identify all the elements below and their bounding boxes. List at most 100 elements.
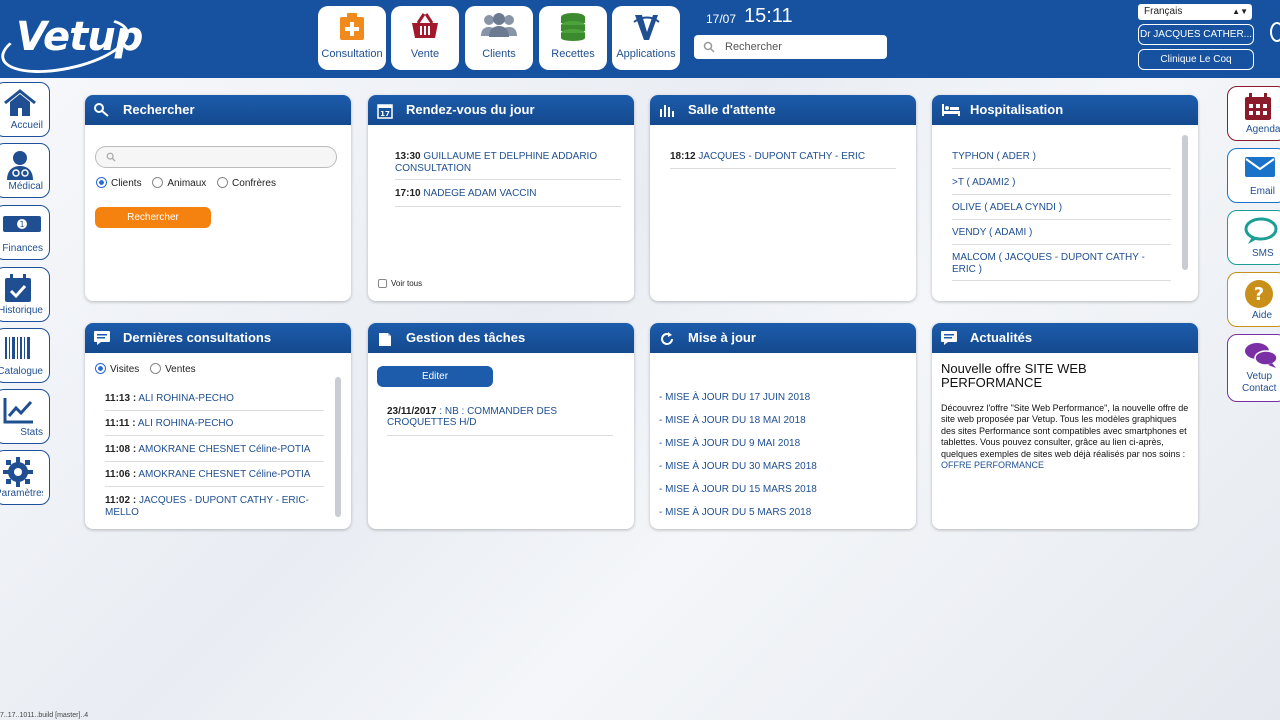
radio-confreres[interactable]: Confrères bbox=[217, 177, 276, 189]
list-item[interactable]: 13:30 GUILLAUME ET DELPHINE ADDARIO CONS… bbox=[395, 151, 621, 180]
item-time: 13:30 bbox=[395, 151, 421, 162]
users-icon bbox=[481, 13, 517, 37]
refresh-icon bbox=[661, 332, 673, 345]
calendar-icon bbox=[1245, 93, 1271, 120]
update-link[interactable]: - MISE À JOUR DU 18 MAI 2018 bbox=[659, 415, 806, 426]
search-icon bbox=[94, 103, 109, 117]
sidebar-item-stats[interactable]: Stats bbox=[0, 389, 50, 444]
update-link[interactable]: - MISE À JOUR DU 17 JUIN 2018 bbox=[659, 392, 810, 403]
list-item[interactable]: 23/11/2017 : NB : COMMANDER DES CROQUETT… bbox=[387, 406, 613, 436]
scrollbar[interactable] bbox=[1182, 135, 1188, 270]
search-button[interactable]: Rechercher bbox=[95, 207, 211, 228]
power-icon[interactable] bbox=[1270, 22, 1280, 42]
radio-ventes[interactable]: Ventes bbox=[150, 363, 196, 375]
nav-recettes[interactable]: Recettes bbox=[539, 6, 607, 70]
nav-consultation[interactable]: Consultation bbox=[318, 6, 386, 70]
list-item[interactable]: 11:13 : ALI ROHINA-PECHO bbox=[105, 393, 324, 411]
checkbox-label: Voir tous bbox=[391, 279, 423, 288]
update-link[interactable]: - MISE À JOUR DU 5 MARS 2018 bbox=[659, 507, 811, 518]
radio-visites[interactable]: Visites bbox=[95, 363, 140, 375]
bed-icon bbox=[942, 104, 960, 116]
client-search-input[interactable] bbox=[95, 146, 337, 168]
gear-icon bbox=[3, 457, 33, 487]
card-header: Mise à jour bbox=[650, 323, 916, 353]
sidebar-item-historique[interactable]: Historique bbox=[0, 267, 50, 322]
item-time: 11:08 bbox=[105, 444, 131, 455]
top-search-placeholder: Rechercher bbox=[725, 41, 782, 53]
card-header: Salle d'attente bbox=[650, 95, 916, 125]
rightbar-item-contact[interactable]: Vetup Contact bbox=[1227, 334, 1280, 402]
update-link[interactable]: - MISE À JOUR DU 9 MAI 2018 bbox=[659, 438, 800, 449]
vetup-logo[interactable]: Vetup bbox=[0, 6, 143, 83]
nav-vente[interactable]: Vente bbox=[391, 6, 459, 70]
rightbar-item-agenda[interactable]: Agenda bbox=[1227, 86, 1280, 141]
card-header: Actualités bbox=[932, 323, 1198, 353]
card-updates: Mise à jour - MISE À JOUR DU 17 JUIN 201… bbox=[650, 323, 916, 529]
radio-indicator bbox=[150, 363, 162, 374]
item-text: ALI ROHINA-PECHO bbox=[138, 393, 234, 404]
clinic-button[interactable]: Clinique Le Coq bbox=[1138, 49, 1254, 70]
barcode-icon bbox=[5, 337, 30, 359]
update-link[interactable]: - MISE À JOUR DU 15 MARS 2018 bbox=[659, 484, 817, 495]
user-button[interactable]: Dr JACQUES CATHER... bbox=[1138, 24, 1254, 45]
sidebar-item-catalogue[interactable]: Catalogue bbox=[0, 328, 50, 383]
scrollbar[interactable] bbox=[335, 377, 341, 517]
card-title: Rendez-vous du jour bbox=[406, 102, 535, 117]
list-item[interactable]: 11:08 : AMOKRANE CHESNET Céline-POTIA bbox=[105, 444, 324, 462]
svg-text:1: 1 bbox=[19, 220, 24, 229]
edit-button[interactable]: Editer bbox=[377, 366, 493, 387]
card-search: Rechercher Clients Animaux Confrères Rec… bbox=[85, 95, 351, 301]
top-header: Vetup Consultation Vente Clients Recette… bbox=[0, 0, 1280, 83]
select-arrows-icon: ▲▼ bbox=[1232, 7, 1248, 16]
clock-date: 17/07 bbox=[706, 12, 737, 26]
list-item[interactable]: 18:12 JACQUES - DUPONT CATHY - ERIC bbox=[670, 151, 896, 169]
show-all-checkbox[interactable]: Voir tous bbox=[378, 279, 422, 288]
rightbar-item-email[interactable]: Email bbox=[1227, 148, 1280, 203]
language-value: Français bbox=[1144, 6, 1183, 17]
banknote-icon: 1 bbox=[3, 216, 41, 232]
item-text: AMOKRANE CHESNET Céline-POTIA bbox=[138, 469, 311, 480]
search-icon bbox=[106, 152, 116, 162]
nav-label: Vente bbox=[410, 48, 440, 60]
sidebar-item-finances[interactable]: 1 Finances bbox=[0, 205, 50, 260]
language-select[interactable]: Français ▲▼ bbox=[1138, 4, 1252, 20]
sidebar-item-parametres[interactable]: Paramètres bbox=[0, 450, 50, 505]
list-item[interactable]: 11:06 : AMOKRANE CHESNET Céline-POTIA bbox=[105, 469, 324, 487]
item-time: 17:10 bbox=[395, 188, 421, 199]
item-text: AMOKRANE CHESNET Céline-POTIA bbox=[138, 444, 311, 455]
sidebar-item-accueil[interactable]: Accueil bbox=[0, 82, 50, 137]
notepad-icon bbox=[379, 333, 391, 346]
list-item[interactable]: TYPHON ( ADER ) bbox=[952, 151, 1171, 169]
radio-clients[interactable]: Clients bbox=[96, 177, 142, 189]
radio-indicator bbox=[95, 363, 106, 374]
rightbar-item-aide[interactable]: ? Aide bbox=[1227, 272, 1280, 327]
list-item[interactable]: 17:10 NADEGE ADAM VACCIN bbox=[395, 188, 621, 207]
update-link[interactable]: - MISE À JOUR DU 30 MARS 2018 bbox=[659, 461, 817, 472]
nav-applications[interactable]: Applications bbox=[612, 6, 680, 70]
list-item[interactable]: OLIVE ( ADELA CYNDI ) bbox=[952, 202, 1171, 220]
card-title: Hospitalisation bbox=[970, 102, 1064, 117]
radio-label: Clients bbox=[111, 178, 142, 189]
news-link[interactable]: OFFRE PERFORMANCE bbox=[941, 460, 1044, 470]
list-item[interactable]: MALCOM ( JACQUES - DUPONT CATHY - ERIC ) bbox=[952, 252, 1171, 281]
list-item[interactable]: 11:11 : ALI ROHINA-PECHO bbox=[105, 418, 324, 436]
list-item[interactable]: >T ( ADAMI2 ) bbox=[952, 177, 1171, 195]
card-header: Gestion des tâches bbox=[368, 323, 634, 353]
radio-label: Visites bbox=[110, 364, 140, 375]
top-search-input[interactable]: Rechercher bbox=[694, 35, 887, 59]
card-title: Mise à jour bbox=[688, 330, 756, 345]
rightbar-item-sms[interactable]: SMS bbox=[1227, 210, 1280, 265]
radio-animaux[interactable]: Animaux bbox=[152, 177, 207, 189]
chart-icon bbox=[3, 398, 33, 424]
radio-label: Animaux bbox=[167, 178, 207, 189]
item-text: GUILLAUME ET DELPHINE ADDARIO CONSULTATI… bbox=[395, 151, 598, 174]
nav-clients[interactable]: Clients bbox=[465, 6, 533, 70]
basket-icon bbox=[412, 13, 438, 38]
card-header: Hospitalisation bbox=[932, 95, 1198, 125]
list-item[interactable]: VENDY ( ADAMI ) bbox=[952, 227, 1171, 245]
list-item[interactable]: 11:02 : JACQUES - DUPONT CATHY - ERIC-ME… bbox=[105, 495, 324, 519]
sidebar-item-medical[interactable]: Médical bbox=[0, 143, 50, 198]
nav-label: Recettes bbox=[551, 48, 595, 60]
clock-time: 15:11 bbox=[744, 5, 793, 27]
item-date: 23/11/2017 bbox=[387, 406, 437, 417]
